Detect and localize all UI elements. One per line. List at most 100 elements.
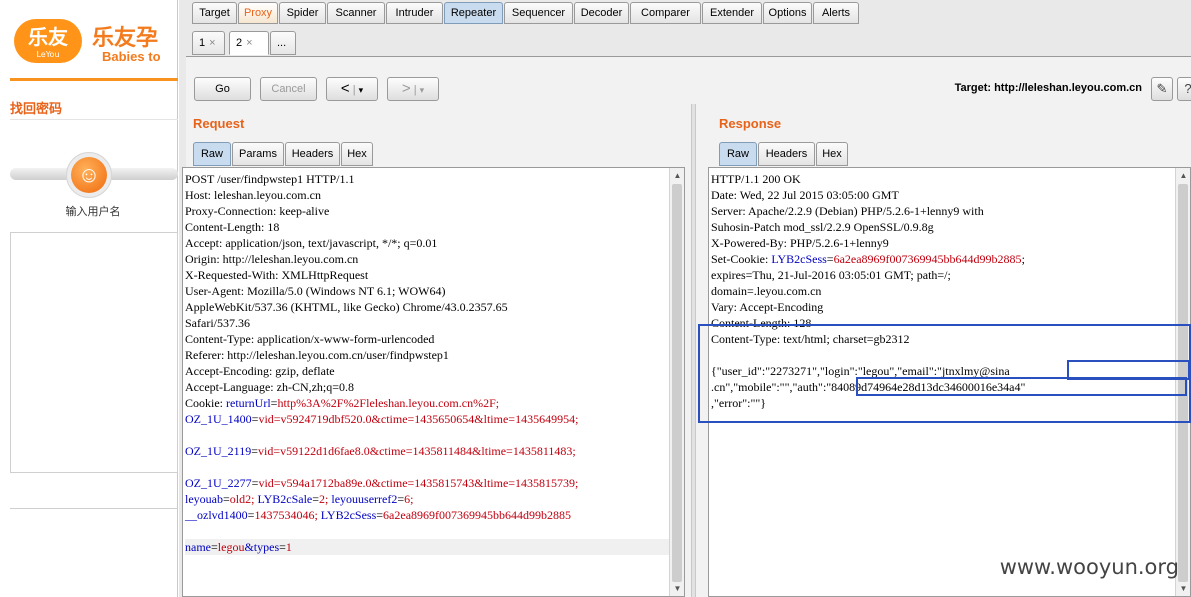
repeater-tab-label: 1 — [199, 37, 206, 49]
request-line: X-Requested-With: XMLHttpRequest — [185, 268, 369, 282]
cancel-button[interactable]: Cancel — [260, 77, 317, 101]
response-line: Server: Apache/2.2.9 (Debian) PHP/5.2.6-… — [711, 204, 984, 218]
forward-button[interactable]: > | ▾ — [387, 77, 439, 101]
response-tab-raw[interactable]: Raw — [719, 142, 757, 166]
back-button[interactable]: < | ▾ — [326, 77, 378, 101]
close-icon[interactable]: × — [246, 37, 252, 49]
equals-sign: = — [826, 252, 834, 266]
response-line: expires=Thu, 21-Jul-2016 03:05:01 GMT; p… — [711, 268, 951, 282]
request-line: Accept-Encoding: gzip, deflate — [185, 364, 335, 378]
tab-options[interactable]: Options — [763, 2, 812, 24]
scroll-up-icon[interactable]: ▲ — [670, 168, 684, 183]
tab-decoder[interactable]: Decoder — [574, 2, 629, 24]
cookie-value: vid=v59122d1d6fae8.0&ctime=1435811484&lt… — [258, 444, 576, 458]
scroll-up-icon[interactable]: ▲ — [1176, 168, 1190, 183]
tab-scanner[interactable]: Scanner — [327, 2, 385, 24]
param-value: legou — [217, 540, 245, 554]
form-area — [10, 232, 178, 473]
help-icon[interactable]: ? — [1177, 77, 1191, 101]
edit-target-pencil-icon[interactable]: ✎ — [1151, 77, 1173, 101]
set-cookie-rest: ; — [1021, 252, 1025, 266]
panel-splitter[interactable] — [691, 104, 696, 597]
request-line: Content-Type: application/x-www-form-url… — [185, 332, 435, 346]
repeater-tab-2[interactable]: 2 × — [229, 31, 269, 55]
response-line: Vary: Accept-Encoding — [711, 300, 824, 314]
logo-subtext: LeYou — [36, 50, 60, 59]
response-tab-hex[interactable]: Hex — [816, 142, 848, 166]
tab-spider[interactable]: Spider — [279, 2, 326, 24]
auth-highlight — [856, 377, 1187, 396]
request-line: Origin: http://leleshan.leyou.com.cn — [185, 252, 359, 266]
close-icon[interactable]: × — [209, 37, 215, 49]
cookie-name: __ozlvd1400 — [185, 508, 248, 522]
cookie-name: OZ_1U_2119 — [185, 444, 252, 458]
request-line: __ozlvd1400=1437534046; LYB2cSess=6a2ea8… — [185, 507, 669, 523]
website-panel: 乐友 LeYou 乐友孕 Babies to 找回密码 ☺ 输入用户名 — [0, 0, 178, 597]
tab-comparer[interactable]: Comparer — [630, 2, 701, 24]
request-tab-headers[interactable]: Headers — [285, 142, 340, 166]
tab-sequencer[interactable]: Sequencer — [504, 2, 573, 24]
tab-alerts[interactable]: Alerts — [813, 2, 859, 24]
response-tab-headers[interactable]: Headers — [758, 142, 815, 166]
cookie-value: 2; — [319, 492, 329, 506]
watermark: www.wooyun.org — [999, 555, 1179, 579]
scroll-down-icon[interactable]: ▼ — [1176, 581, 1190, 596]
request-line — [185, 427, 669, 443]
request-scrollbar[interactable]: ▲ ▼ — [669, 168, 684, 596]
request-line: Cookie: returnUrl=http%3A%2F%2Fleleshan.… — [185, 395, 669, 411]
forward-dropdown-icon: ▾ — [419, 85, 425, 95]
repeater-tab-label: ... — [277, 37, 287, 49]
cookie-value: 6a2ea8969f007369945bb644d99b2885 — [833, 252, 1022, 266]
request-line: User-Agent: Mozilla/5.0 (Windows NT 6.1;… — [185, 284, 446, 298]
cookie-name: leyouab — [185, 492, 223, 506]
back-dropdown-icon: ▾ — [358, 85, 364, 95]
cookie-name: OZ_1U_2277 — [185, 476, 252, 490]
request-tab-raw[interactable]: Raw — [193, 142, 231, 166]
step-label: 输入用户名 — [65, 205, 121, 218]
smiley-icon: ☺ — [71, 157, 107, 193]
cookie-prefix: Cookie: — [185, 396, 226, 410]
request-body-line[interactable]: name=legou&types=1 — [185, 539, 669, 555]
repeater-tab-1[interactable]: 1 × — [192, 31, 225, 55]
equals-sign: = — [211, 540, 218, 554]
request-line: Accept: application/json, text/javascrip… — [185, 236, 438, 250]
request-line: Host: leleshan.leyou.com.cn — [185, 188, 321, 202]
go-button[interactable]: Go — [194, 77, 251, 101]
request-line: Content-Length: 18 — [185, 220, 280, 234]
response-line: HTTP/1.1 200 OK — [711, 172, 801, 186]
cookie-value: vid=v5924719dbf520.0&ctime=1435650654&lt… — [258, 412, 579, 426]
response-line: Date: Wed, 22 Jul 2015 03:05:00 GMT — [711, 188, 899, 202]
request-line — [185, 459, 669, 475]
tab-extender[interactable]: Extender — [702, 2, 762, 24]
response-title: Response — [719, 116, 782, 131]
cookie-value: old2; — [229, 492, 255, 506]
request-line: OZ_1U_1400=vid=v5924719dbf520.0&ctime=14… — [185, 411, 669, 427]
request-text: POST /user/findpwstep1 HTTP/1.1 Host: lel… — [185, 171, 669, 555]
cookie-name: OZ_1U_1400 — [185, 412, 252, 426]
scroll-down-icon[interactable]: ▼ — [670, 581, 684, 596]
repeater-tab-3[interactable]: ... — [270, 31, 296, 55]
request-line — [185, 523, 669, 539]
request-tab-params[interactable]: Params — [232, 142, 284, 166]
request-editor[interactable]: POST /user/findpwstep1 HTTP/1.1 Host: lel… — [182, 167, 685, 597]
cookie-name: LYB2cSale — [254, 492, 313, 506]
tab-repeater[interactable]: Repeater — [444, 2, 503, 24]
repeater-tab-label: 2 — [236, 37, 243, 49]
response-line: domain=.leyou.com.cn — [711, 284, 822, 298]
cookie-value: vid=v594a1712ba89e.0&ctime=1435815743&lt… — [258, 476, 579, 490]
request-line: AppleWebKit/537.36 (KHTML, like Gecko) C… — [185, 300, 508, 314]
tab-intruder[interactable]: Intruder — [386, 2, 443, 24]
leyou-logo[interactable]: 乐友 LeYou — [14, 19, 82, 63]
target-label: Target: http://leleshan.leyou.com.cn — [954, 82, 1142, 94]
back-arrow-icon: < — [340, 80, 350, 97]
cookie-value: http%3A%2F%2Fleleshan.leyou.com.cn%2F; — [277, 396, 500, 410]
request-line: Safari/537.36 — [185, 316, 250, 330]
param-name: name — [185, 540, 211, 554]
equals-sign: = — [223, 492, 230, 506]
tab-target[interactable]: Target — [192, 2, 237, 24]
tab-proxy[interactable]: Proxy — [238, 2, 278, 24]
set-cookie-prefix: Set-Cookie: — [711, 252, 772, 266]
cookie-name: leyouuserref2 — [328, 492, 398, 506]
request-tab-hex[interactable]: Hex — [341, 142, 373, 166]
scroll-thumb[interactable] — [672, 184, 682, 582]
